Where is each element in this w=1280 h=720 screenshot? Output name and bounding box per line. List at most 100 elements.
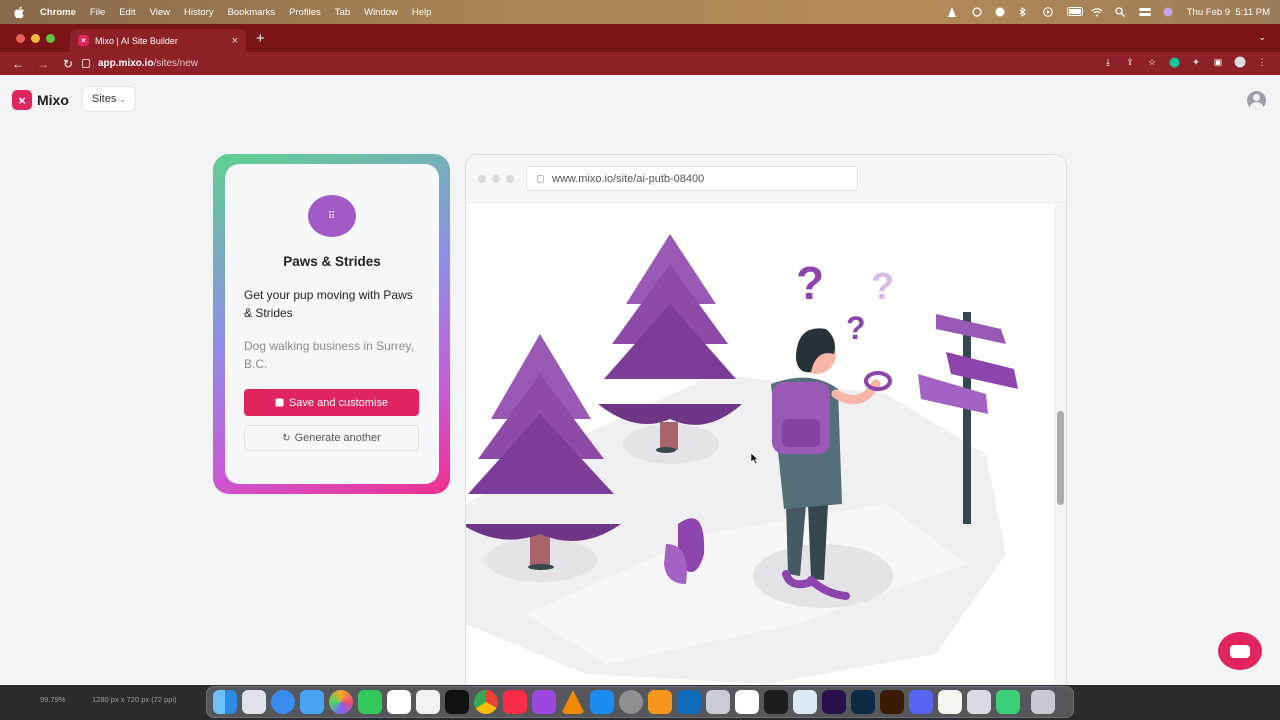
preview-scrollbar-thumb[interactable]	[1057, 411, 1064, 505]
generate-button-label: Generate another	[294, 432, 381, 444]
menu-edit[interactable]: Edit	[119, 7, 135, 18]
address-bar[interactable]: app.mixo.io/sites/new	[82, 55, 1082, 72]
tab-mixo[interactable]: × Mixo | AI Site Builder ×	[70, 29, 246, 52]
mac-menubar: Chrome File Edit View History Bookmarks …	[0, 0, 1280, 24]
preview-content: ? ? ?	[466, 204, 1056, 685]
generate-another-button[interactable]: ↻ Generate another	[244, 425, 419, 451]
word-icon[interactable]	[764, 690, 788, 714]
preview-lock-icon	[537, 174, 544, 183]
site-card-frame: ⠿ Paws & Strides Get your pup moving wit…	[213, 154, 450, 494]
profile-avatar-icon[interactable]	[1234, 56, 1246, 68]
siri-icon[interactable]	[1163, 7, 1175, 17]
premiere-icon[interactable]	[822, 690, 846, 714]
hero-illustration: ? ? ?	[466, 234, 1018, 684]
apple-tv-icon[interactable]	[445, 690, 469, 714]
back-button[interactable]: ←	[11, 57, 25, 71]
mixo-logo[interactable]: × Mixo	[12, 90, 69, 110]
trash-icon[interactable]	[1031, 690, 1055, 714]
minimize-window-button[interactable]	[31, 34, 40, 43]
script-editor-icon[interactable]	[706, 690, 730, 714]
discord-icon[interactable]	[909, 690, 933, 714]
browser-tab-bar: × Mixo | AI Site Builder × + ⌄	[0, 24, 1280, 52]
grammarly-icon[interactable]	[995, 7, 1007, 17]
apple-icon[interactable]	[12, 5, 26, 19]
vlc-icon[interactable]	[561, 690, 585, 714]
photos-icon[interactable]	[329, 690, 353, 714]
reminders-icon[interactable]	[416, 690, 440, 714]
safari-icon[interactable]	[271, 690, 295, 714]
music-icon[interactable]	[503, 690, 527, 714]
grammarly-ext-icon[interactable]	[1168, 56, 1180, 68]
new-tab-button[interactable]: +	[256, 30, 265, 47]
bookmark-star-icon[interactable]: ☆	[1146, 56, 1158, 68]
menu-tab[interactable]: Tab	[335, 7, 350, 18]
cloud-status-icon[interactable]	[971, 7, 983, 17]
preview-url: www.mixo.io/site/ai-putb-08400	[552, 172, 705, 185]
menu-profiles[interactable]: Profiles	[289, 7, 321, 18]
sites-dropdown[interactable]: Sites ⌄	[82, 86, 136, 112]
photoshop-icon[interactable]	[851, 690, 875, 714]
mixo-page: × Mixo Sites ⌄ ⠿ Paws & Strides Get your…	[0, 75, 1280, 685]
preview-url-field: www.mixo.io/site/ai-putb-08400	[526, 166, 858, 191]
install-icon[interactable]: ⤓	[1102, 56, 1114, 68]
close-window-button[interactable]	[16, 34, 25, 43]
save-and-customise-button[interactable]: Save and customise	[244, 389, 419, 416]
menu-window[interactable]: Window	[364, 7, 398, 18]
menu-view[interactable]: View	[150, 7, 170, 18]
outlook-icon[interactable]	[677, 690, 701, 714]
illustrator-icon[interactable]	[880, 690, 904, 714]
menubar-clock[interactable]: Thu Feb 9 5:11 PM	[1187, 7, 1270, 18]
facetime-alt-icon[interactable]	[996, 690, 1020, 714]
chevron-down-icon: ⌄	[119, 94, 127, 104]
forward-button[interactable]: →	[36, 57, 50, 71]
tab-search-chevron-icon[interactable]: ⌄	[1258, 32, 1266, 43]
chat-widget-button[interactable]	[1218, 632, 1262, 670]
preview-app-icon[interactable]	[793, 690, 817, 714]
books-icon[interactable]	[648, 690, 672, 714]
preview-window-dots	[478, 175, 514, 183]
tab-title: Mixo | AI Site Builder	[95, 35, 178, 46]
chrome-menu-icon[interactable]: ⋮	[1256, 56, 1268, 68]
bluetooth-icon[interactable]	[1019, 7, 1031, 17]
system-preferences-icon[interactable]	[619, 690, 643, 714]
facetime-icon[interactable]	[358, 690, 382, 714]
size-readout: 1280 px x 720 px (72 ppi)	[92, 695, 177, 704]
vlc-status-icon[interactable]	[947, 7, 959, 17]
spotlight-icon[interactable]	[1115, 7, 1127, 17]
share-icon[interactable]: ⇪	[1124, 56, 1136, 68]
wifi-icon[interactable]	[1091, 7, 1103, 17]
podcasts-icon[interactable]	[532, 690, 556, 714]
zoom-readout: 99.79%	[40, 695, 66, 704]
menu-chrome[interactable]: Chrome	[40, 7, 76, 18]
app-store-icon[interactable]	[590, 690, 614, 714]
svg-text:?: ?	[846, 310, 866, 346]
site-preview-frame: www.mixo.io/site/ai-putb-08400 ? ? ?	[465, 154, 1067, 685]
menu-history[interactable]: History	[184, 7, 214, 18]
launchpad-icon[interactable]	[242, 690, 266, 714]
chrome-icon[interactable]	[474, 690, 498, 714]
reload-button[interactable]: ↻	[61, 57, 75, 71]
sidepanel-icon[interactable]: ▣	[1212, 56, 1224, 68]
mail-icon[interactable]	[300, 690, 324, 714]
menu-bookmarks[interactable]: Bookmarks	[228, 7, 276, 18]
screenshot-icon[interactable]	[967, 690, 991, 714]
tab-close-icon[interactable]: ×	[232, 35, 238, 47]
slack-icon[interactable]	[735, 690, 759, 714]
notes-icon[interactable]	[938, 690, 962, 714]
url-path: /sites/new	[153, 58, 199, 69]
menu-help[interactable]: Help	[412, 7, 432, 18]
menu-file[interactable]: File	[90, 7, 105, 18]
control-center-icon[interactable]	[1138, 7, 1151, 17]
mouse-cursor-icon	[751, 453, 759, 464]
calendar-icon[interactable]	[387, 690, 411, 714]
lock-icon[interactable]	[82, 59, 90, 68]
extensions-icon[interactable]: ✦	[1190, 56, 1202, 68]
battery-icon[interactable]	[1066, 7, 1083, 17]
zoom-window-button[interactable]	[46, 34, 55, 43]
play-status-icon[interactable]	[1042, 7, 1055, 17]
user-avatar-icon[interactable]	[1247, 91, 1266, 110]
url-host: app.mixo.io	[98, 58, 154, 69]
finder-icon[interactable]	[213, 690, 237, 714]
svg-text:?: ?	[871, 266, 894, 308]
site-logo-icon: ⠿	[308, 195, 356, 237]
